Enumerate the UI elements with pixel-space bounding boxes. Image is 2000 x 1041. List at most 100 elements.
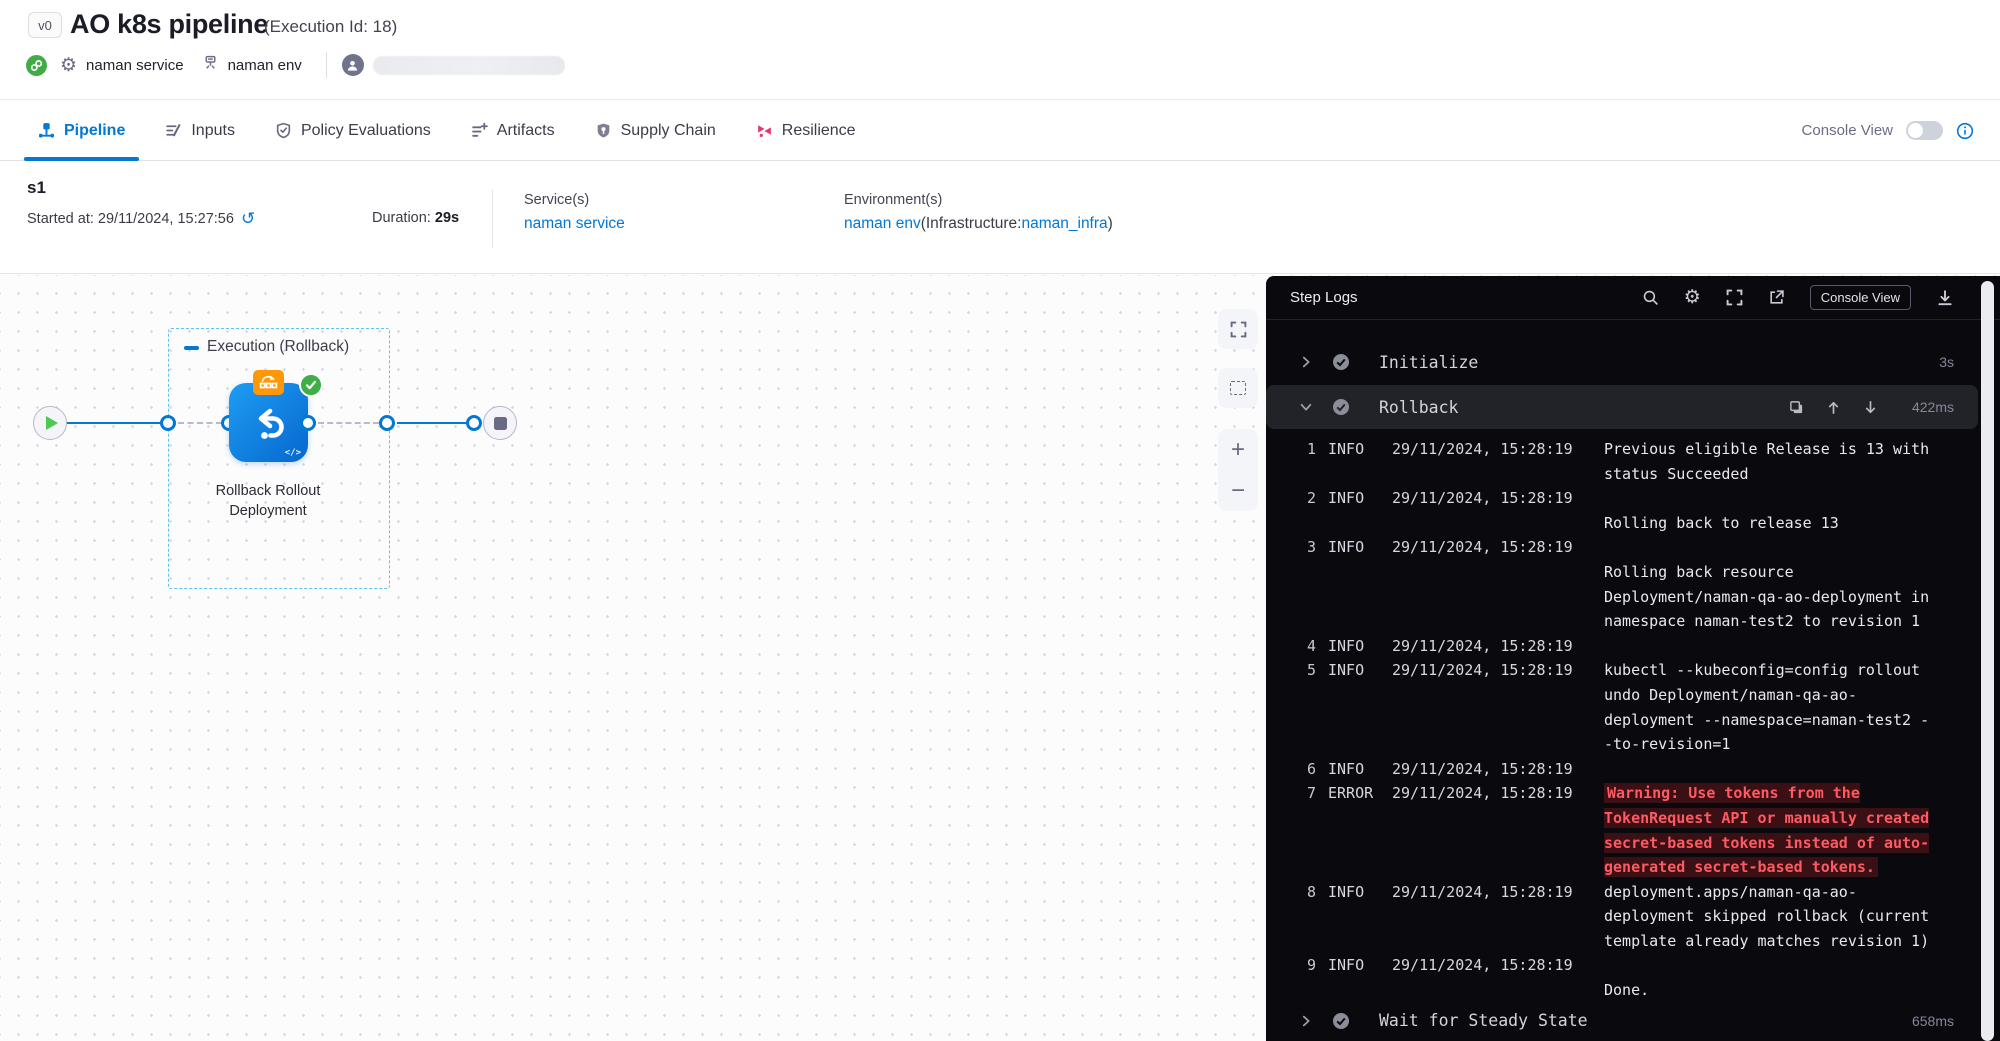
header-service-label[interactable]: naman service <box>86 57 184 74</box>
console-view-toggle[interactable] <box>1906 121 1943 140</box>
header-env-label[interactable]: naman env <box>228 57 302 74</box>
step-row-rollback[interactable]: Rollback 422ms <box>1266 385 1978 429</box>
log-panel-title: Step Logs <box>1290 289 1617 306</box>
tab-label: Policy Evaluations <box>301 122 431 140</box>
tab-resilience[interactable]: Resilience <box>756 101 856 160</box>
infrastructure-link[interactable]: naman_infra <box>1021 215 1107 232</box>
edge-group-to-node <box>178 422 222 424</box>
user-avatar-icon <box>342 54 364 76</box>
supply-chain-shield-icon <box>595 122 612 139</box>
inputs-icon <box>165 122 182 139</box>
scroll-to-bottom-icon[interactable] <box>1863 400 1878 415</box>
artifacts-icon <box>471 122 488 139</box>
edge-start-to-group <box>67 422 162 424</box>
pipeline-start-node[interactable] <box>33 406 67 440</box>
tab-bar: Pipeline Inputs Policy Evaluations <box>0 101 2000 161</box>
edge-node-to-group <box>318 422 379 424</box>
duration-value: 29s <box>435 210 459 226</box>
step-row-wait-for-steady-state[interactable]: Wait for Steady State 658ms <box>1266 1003 1978 1039</box>
stage-duration: Duration: 29s <box>372 210 459 226</box>
scroll-to-top-icon[interactable] <box>1826 400 1841 415</box>
tab-pipeline[interactable]: Pipeline <box>38 101 125 160</box>
port <box>160 415 176 431</box>
step-success-icon <box>1332 398 1350 416</box>
fit-to-screen-button[interactable] <box>1218 309 1258 349</box>
started-at-text: Started at: 29/11/2024, 15:27:56 <box>27 211 234 227</box>
tab-label: Resilience <box>782 122 856 140</box>
rollback-step-node[interactable]: </> <box>229 383 308 462</box>
infrastructure-prefix: (Infrastructure: <box>921 215 1022 232</box>
console-view-toggle-label: Console View <box>1802 122 1893 139</box>
tab-supply-chain[interactable]: Supply Chain <box>595 101 716 160</box>
execution-history-icon[interactable]: ↺ <box>241 210 255 227</box>
step-duration: 3s <box>1902 354 1954 370</box>
services-label: Service(s) <box>524 192 625 208</box>
zoom-in-button[interactable]: + <box>1218 429 1258 470</box>
environments-label: Environment(s) <box>844 192 1113 208</box>
stagebar-divider <box>492 190 493 248</box>
stage-started-at: Started at: 29/11/2024, 15:27:56 ↺ <box>27 210 255 227</box>
rollout-deployment-badge-icon <box>253 370 284 395</box>
service-link[interactable]: naman service <box>524 215 625 232</box>
zoom-out-button[interactable]: − <box>1218 470 1258 511</box>
chevron-down-icon[interactable] <box>1299 400 1315 414</box>
log-panel-scrollbar[interactable] <box>1981 281 1994 1041</box>
tab-artifacts[interactable]: Artifacts <box>471 101 555 160</box>
execution-id: (Execution Id: 18) <box>264 17 397 37</box>
edge-group-to-end <box>397 422 467 424</box>
step-duration: 422ms <box>1902 399 1954 415</box>
services-block: Service(s) naman service <box>524 192 625 233</box>
log-settings-gear-icon[interactable]: ⚙ <box>1684 288 1701 307</box>
tabbar-right-controls: Console View <box>1802 121 1974 140</box>
step-row-initialize[interactable]: Initialize 3s <box>1266 342 1978 382</box>
selection-mode-button[interactable] <box>1218 368 1258 408</box>
tab-inputs[interactable]: Inputs <box>165 101 235 160</box>
header-meta-row: ⚙ naman service naman env <box>26 52 565 78</box>
environment-icon <box>202 54 219 76</box>
step-success-icon <box>1332 1012 1350 1030</box>
environment-link[interactable]: naman env <box>844 215 921 232</box>
collapse-group-icon[interactable] <box>184 346 199 350</box>
selection-icon <box>1230 381 1246 395</box>
open-in-new-tab-icon[interactable] <box>1768 289 1785 306</box>
download-logs-icon[interactable] <box>1936 289 1954 307</box>
log-lines-container[interactable]: 1INFO29/11/2024, 15:28:19Previous eligib… <box>1266 429 2000 1003</box>
log-line-1: 1INFO29/11/2024, 15:28:19Previous eligib… <box>1300 437 1954 486</box>
pipeline-end-node[interactable] <box>483 406 517 440</box>
expand-fullscreen-icon[interactable] <box>1726 289 1743 306</box>
stage-summary-bar: s1 Started at: 29/11/2024, 15:27:56 ↺ Du… <box>0 162 2000 274</box>
step-success-icon <box>1332 353 1350 371</box>
step-duration: 658ms <box>1902 1013 1954 1029</box>
tab-label: Inputs <box>191 122 235 140</box>
step-name: Initialize <box>1379 353 1878 372</box>
chevron-right-icon[interactable] <box>1299 1014 1315 1028</box>
service-gear-icon[interactable]: ⚙ <box>60 56 77 75</box>
play-icon <box>46 416 58 430</box>
environments-block: Environment(s) naman env(Infrastructure:… <box>844 192 1113 233</box>
step-name: Rollback <box>1379 398 1767 417</box>
cd-module-icon <box>26 55 47 76</box>
chevron-right-icon[interactable] <box>1299 355 1315 369</box>
code-glyph: </> <box>285 448 301 458</box>
policy-shield-icon <box>275 122 292 139</box>
tab-policy-evaluations[interactable]: Policy Evaluations <box>275 101 431 160</box>
search-icon[interactable] <box>1642 289 1659 306</box>
step-node-label[interactable]: Rollback Rollout Deployment <box>168 481 368 521</box>
port <box>379 415 395 431</box>
log-line-4: 4INFO29/11/2024, 15:28:19 <box>1300 634 1954 659</box>
console-view-button[interactable]: Console View <box>1810 285 1911 310</box>
port <box>466 415 482 431</box>
tab-label: Pipeline <box>64 122 125 140</box>
version-badge[interactable]: v0 <box>28 12 62 38</box>
header-divider <box>326 52 327 78</box>
copy-logs-icon[interactable] <box>1789 400 1804 415</box>
tab-label: Artifacts <box>497 122 555 140</box>
pipeline-icon <box>38 122 55 139</box>
log-panel-header: Step Logs ⚙ Console View <box>1266 276 2000 320</box>
log-line-3: 3INFO29/11/2024, 15:28:19 Rolling back r… <box>1300 535 1954 633</box>
log-line-6: 6INFO29/11/2024, 15:28:19 <box>1300 757 1954 782</box>
log-line-8: 8INFO29/11/2024, 15:28:19deployment.apps… <box>1300 880 1954 954</box>
log-line-2: 2INFO29/11/2024, 15:28:19 Rolling back t… <box>1300 486 1954 535</box>
rollback-arrow-icon <box>247 401 291 445</box>
info-icon[interactable] <box>1956 122 1974 140</box>
